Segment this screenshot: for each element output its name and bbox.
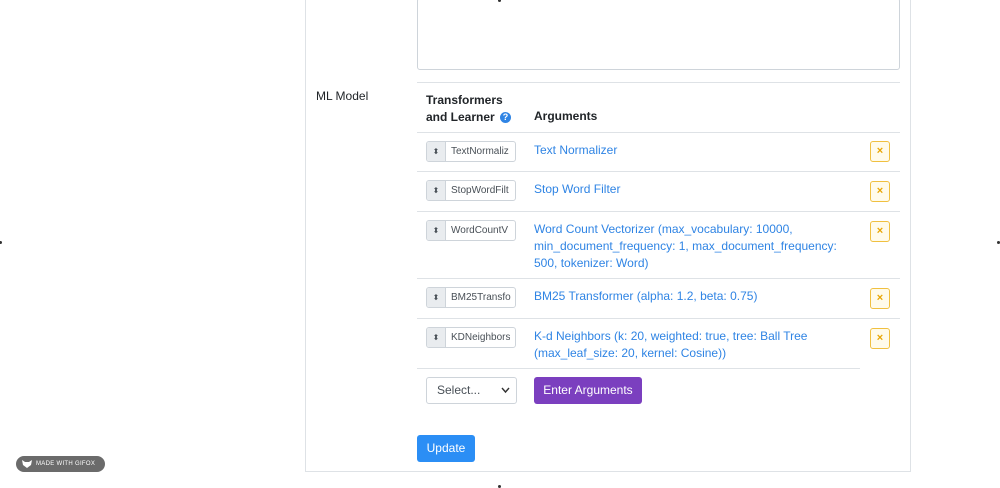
table-top-border — [417, 82, 900, 83]
sort-handle-kd-neighbors[interactable]: ⬍ KDNeighbors — [426, 327, 516, 348]
gifox-watermark: MADE WITH GIFOX — [16, 456, 105, 472]
sort-handle-text-normalizer[interactable]: ⬍ TextNormaliz — [426, 141, 516, 162]
row-divider — [417, 211, 900, 212]
marquee-dot — [0, 241, 2, 244]
arguments-link-stop-word-filter[interactable]: Stop Word Filter — [534, 181, 864, 198]
transformers-header-line1: Transformers — [426, 93, 503, 107]
ml-model-label: ML Model — [316, 89, 369, 103]
sort-icon: ⬍ — [427, 221, 446, 240]
arguments-link-kd-neighbors[interactable]: K-d Neighbors (k: 20, weighted: true, tr… — [534, 328, 834, 362]
remove-button[interactable]: × — [870, 328, 890, 349]
transformers-learner-header: Transformers and Learner ? — [426, 92, 512, 126]
select-value: Select... — [437, 383, 481, 397]
remove-button[interactable]: × — [870, 288, 890, 309]
transformer-name: WordCountV — [451, 225, 509, 236]
sort-icon: ⬍ — [427, 288, 446, 307]
help-icon[interactable]: ? — [500, 112, 512, 124]
transformer-name: TextNormaliz — [451, 146, 509, 157]
sort-icon: ⬍ — [427, 328, 446, 347]
row-divider — [417, 318, 900, 319]
arguments-link-word-count-vectorizer[interactable]: Word Count Vectorizer (max_vocabulary: 1… — [534, 221, 844, 272]
sort-icon: ⬍ — [427, 142, 446, 161]
transformers-header-line2: and Learner — [426, 110, 495, 124]
remove-button[interactable]: × — [870, 141, 890, 162]
transformer-name: KDNeighbors — [451, 332, 511, 343]
update-button[interactable]: Update — [417, 435, 475, 462]
transformer-name: StopWordFilt — [451, 185, 509, 196]
arguments-header: Arguments — [534, 109, 598, 123]
enter-arguments-button[interactable]: Enter Arguments — [534, 377, 642, 404]
row-divider — [417, 278, 900, 279]
sort-icon: ⬍ — [427, 181, 446, 200]
arguments-link-bm25-transformer[interactable]: BM25 Transformer (alpha: 1.2, beta: 0.75… — [534, 288, 864, 305]
arguments-link-text-normalizer[interactable]: Text Normalizer — [534, 142, 864, 159]
remove-button[interactable]: × — [870, 181, 890, 202]
row-divider — [417, 132, 900, 133]
sort-handle-stop-word-filter[interactable]: ⬍ StopWordFilt — [426, 180, 516, 201]
remove-button[interactable]: × — [870, 221, 890, 242]
transformer-select[interactable]: Select... — [426, 377, 517, 404]
sort-handle-word-count-vectorizer[interactable]: ⬍ WordCountV — [426, 220, 516, 241]
sort-handle-bm25-transformer[interactable]: ⬍ BM25Transfo — [426, 287, 516, 308]
watermark-text: MADE WITH GIFOX — [36, 461, 96, 467]
fox-logo-icon — [22, 460, 32, 468]
row-divider — [417, 368, 860, 369]
dataset-textarea[interactable] — [417, 0, 900, 70]
transformer-name: BM25Transfo — [451, 292, 511, 303]
row-divider — [417, 171, 900, 172]
chevron-down-icon — [501, 378, 510, 413]
